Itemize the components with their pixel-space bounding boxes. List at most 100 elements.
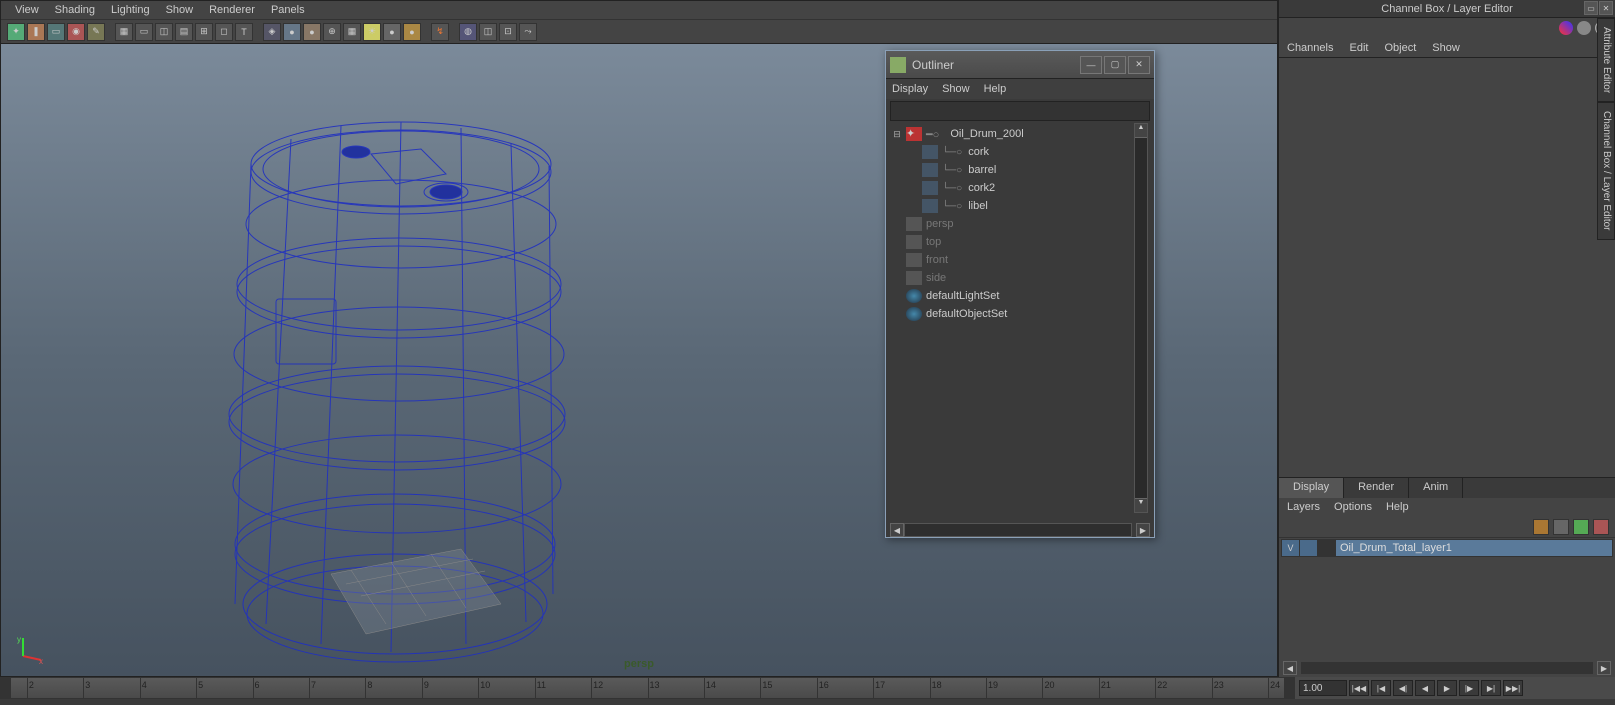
tick-label: 8 bbox=[367, 680, 372, 690]
tab-show[interactable]: Show bbox=[1432, 42, 1460, 54]
tick-label: 6 bbox=[255, 680, 260, 690]
scroll-up-icon[interactable]: ▲ bbox=[1135, 124, 1147, 138]
step-forward-key-icon[interactable]: ▶| bbox=[1481, 680, 1501, 696]
tab-edit[interactable]: Edit bbox=[1349, 42, 1368, 54]
grey-swatch-icon[interactable] bbox=[1577, 21, 1591, 35]
go-to-end-icon[interactable]: ▶▶| bbox=[1503, 680, 1523, 696]
side-tab-attribute-editor[interactable]: Attribute Editor bbox=[1597, 18, 1615, 102]
current-time-field[interactable]: 1.00 bbox=[1299, 680, 1347, 696]
step-back-key-icon[interactable]: |◀ bbox=[1371, 680, 1391, 696]
menu-layers[interactable]: Layers bbox=[1287, 501, 1320, 513]
tick-label: 10 bbox=[480, 680, 490, 690]
safe-title-icon[interactable]: T bbox=[235, 23, 253, 41]
2d-pan-icon[interactable]: ◉ bbox=[67, 23, 85, 41]
layer-visibility-toggle[interactable]: V bbox=[1282, 540, 1300, 556]
tab-object[interactable]: Object bbox=[1384, 42, 1416, 54]
menu-view[interactable]: View bbox=[7, 2, 47, 18]
field-chart-icon[interactable]: ⊞ bbox=[195, 23, 213, 41]
mesh-icon bbox=[922, 145, 938, 159]
rgb-swatch-icon[interactable] bbox=[1559, 21, 1573, 35]
isolate-select-icon[interactable]: ↯ bbox=[431, 23, 449, 41]
wire-on-shaded-icon[interactable]: ⊕ bbox=[323, 23, 341, 41]
camera-icon bbox=[906, 235, 922, 249]
tick-label: 22 bbox=[1157, 680, 1167, 690]
camera-icon bbox=[906, 271, 922, 285]
use-default-material-icon[interactable]: ● bbox=[303, 23, 321, 41]
xray-joints-icon[interactable]: ◫ bbox=[479, 23, 497, 41]
layer-color-swatch[interactable] bbox=[1318, 540, 1336, 556]
xray-components-icon[interactable]: ⊡ bbox=[499, 23, 517, 41]
scroll-left-icon[interactable]: ◀ bbox=[1283, 661, 1297, 675]
undock-icon[interactable]: ▭ bbox=[1584, 1, 1598, 15]
mesh-icon bbox=[922, 163, 938, 177]
range-end-handle[interactable] bbox=[1284, 678, 1294, 698]
scroll-right-icon[interactable]: ▶ bbox=[1136, 523, 1150, 537]
gate-mask-icon[interactable]: ▤ bbox=[175, 23, 193, 41]
grease-pencil-icon[interactable]: ✎ bbox=[87, 23, 105, 41]
timeline-track[interactable]: 23456789101112131415161718192021222324 bbox=[0, 677, 1295, 699]
menu-help[interactable]: Help bbox=[984, 83, 1007, 95]
tab-render[interactable]: Render bbox=[1344, 478, 1409, 498]
menu-show[interactable]: Show bbox=[942, 83, 970, 95]
go-to-start-icon[interactable]: |◀◀ bbox=[1349, 680, 1369, 696]
play-forward-icon[interactable]: ▶ bbox=[1437, 680, 1457, 696]
outliner-title-label: Outliner bbox=[912, 58, 1078, 72]
outliner-tree[interactable]: ⊟✦━○ Oil_Drum_200l └─○cork └─○barrel └─○… bbox=[886, 123, 1154, 521]
outliner-search-input[interactable] bbox=[890, 101, 1150, 121]
new-layer-assign-icon[interactable] bbox=[1593, 519, 1609, 535]
menu-lighting[interactable]: Lighting bbox=[103, 2, 158, 18]
tick-label: 3 bbox=[85, 680, 90, 690]
scroll-right-icon[interactable]: ▶ bbox=[1597, 661, 1611, 675]
move-layer-up-icon[interactable] bbox=[1533, 519, 1549, 535]
menu-show[interactable]: Show bbox=[158, 2, 202, 18]
menu-display[interactable]: Display bbox=[892, 83, 928, 95]
range-start-handle[interactable] bbox=[1, 678, 11, 698]
image-plane-icon[interactable]: ▭ bbox=[47, 23, 65, 41]
scroll-down-icon[interactable]: ▼ bbox=[1135, 498, 1147, 512]
wireframe-icon[interactable]: ◈ bbox=[263, 23, 281, 41]
use-all-lights-icon[interactable]: ☀ bbox=[363, 23, 381, 41]
tab-display[interactable]: Display bbox=[1279, 478, 1344, 498]
select-camera-icon[interactable]: ✦ bbox=[7, 23, 25, 41]
side-tab-channel-box[interactable]: Channel Box / Layer Editor bbox=[1597, 102, 1615, 240]
smooth-shade-icon[interactable]: ● bbox=[283, 23, 301, 41]
film-gate-icon[interactable]: ▭ bbox=[135, 23, 153, 41]
tab-channels[interactable]: Channels bbox=[1287, 42, 1333, 54]
outliner-window[interactable]: Outliner — ▢ ✕ Display Show Help ⊟✦━○ Oi… bbox=[885, 50, 1155, 538]
close-icon[interactable]: ✕ bbox=[1128, 56, 1150, 74]
close-icon[interactable]: ✕ bbox=[1599, 1, 1613, 15]
maximize-icon[interactable]: ▢ bbox=[1104, 56, 1126, 74]
collapse-icon[interactable]: ⊟ bbox=[892, 129, 902, 140]
high-quality-icon[interactable]: ● bbox=[403, 23, 421, 41]
scroll-left-icon[interactable]: ◀ bbox=[890, 523, 904, 537]
step-back-icon[interactable]: ◀| bbox=[1393, 680, 1413, 696]
grid-icon[interactable]: ▦ bbox=[115, 23, 133, 41]
minimize-icon[interactable]: — bbox=[1080, 56, 1102, 74]
outliner-titlebar[interactable]: Outliner — ▢ ✕ bbox=[886, 51, 1154, 79]
resolution-gate-icon[interactable]: ◫ bbox=[155, 23, 173, 41]
menu-renderer[interactable]: Renderer bbox=[201, 2, 263, 18]
exposure-icon[interactable]: ⤳ bbox=[519, 23, 537, 41]
layer-row[interactable]: V Oil_Drum_Total_layer1 bbox=[1281, 539, 1613, 557]
tick-label: 17 bbox=[875, 680, 885, 690]
layer-hscroll[interactable] bbox=[1301, 662, 1593, 674]
xray-icon[interactable]: ◍ bbox=[459, 23, 477, 41]
safe-action-icon[interactable]: ◻ bbox=[215, 23, 233, 41]
menu-options[interactable]: Options bbox=[1334, 501, 1372, 513]
menu-panels[interactable]: Panels bbox=[263, 2, 313, 18]
step-forward-icon[interactable]: |▶ bbox=[1459, 680, 1479, 696]
move-layer-down-icon[interactable] bbox=[1553, 519, 1569, 535]
tick-label: 5 bbox=[198, 680, 203, 690]
textured-icon[interactable]: ▦ bbox=[343, 23, 361, 41]
new-layer-icon[interactable] bbox=[1573, 519, 1589, 535]
menu-shading[interactable]: Shading bbox=[47, 2, 103, 18]
layer-display-type[interactable] bbox=[1300, 540, 1318, 556]
outliner-hscroll[interactable] bbox=[904, 523, 1132, 537]
bookmark-icon[interactable]: ❚ bbox=[27, 23, 45, 41]
outliner-vscroll[interactable]: ▲ ▼ bbox=[1134, 123, 1148, 513]
menu-help[interactable]: Help bbox=[1386, 501, 1409, 513]
shadows-icon[interactable]: ● bbox=[383, 23, 401, 41]
channel-color-swatches bbox=[1279, 18, 1615, 38]
play-back-icon[interactable]: ◀ bbox=[1415, 680, 1435, 696]
tab-anim[interactable]: Anim bbox=[1409, 478, 1463, 498]
